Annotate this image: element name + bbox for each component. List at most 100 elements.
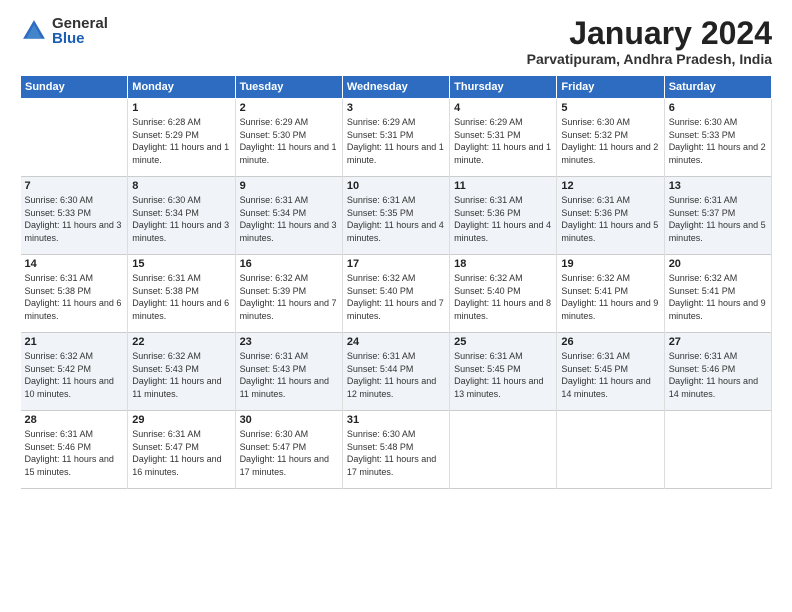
day-info: Sunrise: 6:32 AMSunset: 5:43 PMDaylight:… [132,351,221,399]
day-info: Sunrise: 6:30 AMSunset: 5:33 PMDaylight:… [669,117,766,165]
day-cell: 1Sunrise: 6:28 AMSunset: 5:29 PMDaylight… [128,99,235,177]
logo-text: General Blue [52,16,108,46]
day-info: Sunrise: 6:31 AMSunset: 5:46 PMDaylight:… [669,351,758,399]
day-info: Sunrise: 6:31 AMSunset: 5:44 PMDaylight:… [347,351,436,399]
day-cell: 11 Sunrise: 6:31 AMSunset: 5:36 PMDayligh… [450,177,557,255]
logo-general: General [52,16,108,31]
day-cell: 28 Sunrise: 6:31 AMSunset: 5:46 PMDayligh… [21,411,128,489]
day-number: 27 [669,336,767,348]
page: General Blue January 2024 Parvatipuram, … [0,0,792,612]
header: General Blue January 2024 Parvatipuram, … [20,16,772,67]
day-cell: 18 Sunrise: 6:32 AMSunset: 5:40 PMDayligh… [450,255,557,333]
col-header-monday: Monday [128,76,235,99]
logo-blue: Blue [52,31,108,46]
day-number: 11 [454,180,552,192]
day-info: Sunrise: 6:31 AMSunset: 5:45 PMDaylight:… [454,351,543,399]
day-cell [21,99,128,177]
week-row-3: 21Sunrise: 6:32 AMSunset: 5:42 PMDayligh… [21,333,772,411]
day-number: 16 [240,258,338,270]
week-row-0: 1Sunrise: 6:28 AMSunset: 5:29 PMDaylight… [21,99,772,177]
day-cell: 13 Sunrise: 6:31 AMSunset: 5:37 PMDayligh… [664,177,771,255]
day-cell: 23 Sunrise: 6:31 AMSunset: 5:43 PMDayligh… [235,333,342,411]
day-cell: 20Sunrise: 6:32 AMSunset: 5:41 PMDayligh… [664,255,771,333]
day-cell: 31 Sunrise: 6:30 AMSunset: 5:48 PMDayligh… [342,411,449,489]
day-cell: 6 Sunrise: 6:30 AMSunset: 5:33 PMDaylight… [664,99,771,177]
day-cell: 7 Sunrise: 6:30 AMSunset: 5:33 PMDaylight… [21,177,128,255]
day-info: Sunrise: 6:30 AMSunset: 5:33 PMDaylight:… [25,195,122,243]
day-info: Sunrise: 6:32 AMSunset: 5:40 PMDaylight:… [454,273,551,321]
day-info: Sunrise: 6:31 AMSunset: 5:36 PMDaylight:… [561,195,658,243]
day-number: 4 [454,102,552,114]
day-number: 15 [132,258,230,270]
week-row-2: 14Sunrise: 6:31 AMSunset: 5:38 PMDayligh… [21,255,772,333]
day-info: Sunrise: 6:30 AMSunset: 5:48 PMDaylight:… [347,429,436,477]
day-number: 19 [561,258,659,270]
day-cell: 15 Sunrise: 6:31 AMSunset: 5:38 PMDayligh… [128,255,235,333]
day-info: Sunrise: 6:31 AMSunset: 5:34 PMDaylight:… [240,195,337,243]
day-cell: 17Sunrise: 6:32 AMSunset: 5:40 PMDayligh… [342,255,449,333]
day-cell: 3 Sunrise: 6:29 AMSunset: 5:31 PMDaylight… [342,99,449,177]
day-info: Sunrise: 6:31 AMSunset: 5:37 PMDaylight:… [669,195,766,243]
month-title: January 2024 [527,16,772,51]
day-info: Sunrise: 6:31 AMSunset: 5:35 PMDaylight:… [347,195,444,243]
day-info: Sunrise: 6:31 AMSunset: 5:38 PMDaylight:… [132,273,229,321]
day-cell: 29 Sunrise: 6:31 AMSunset: 5:47 PMDayligh… [128,411,235,489]
title-block: January 2024 Parvatipuram, Andhra Prades… [527,16,772,67]
logo: General Blue [20,16,108,46]
day-cell: 10Sunrise: 6:31 AMSunset: 5:35 PMDayligh… [342,177,449,255]
day-info: Sunrise: 6:31 AMSunset: 5:45 PMDaylight:… [561,351,650,399]
day-cell: 21Sunrise: 6:32 AMSunset: 5:42 PMDayligh… [21,333,128,411]
location: Parvatipuram, Andhra Pradesh, India [527,51,772,67]
day-info: Sunrise: 6:29 AMSunset: 5:31 PMDaylight:… [454,117,551,165]
day-info: Sunrise: 6:32 AMSunset: 5:42 PMDaylight:… [25,351,114,399]
day-number: 28 [25,414,124,426]
day-cell: 4 Sunrise: 6:29 AMSunset: 5:31 PMDaylight… [450,99,557,177]
day-cell: 25 Sunrise: 6:31 AMSunset: 5:45 PMDayligh… [450,333,557,411]
day-info: Sunrise: 6:31 AMSunset: 5:43 PMDaylight:… [240,351,329,399]
day-number: 3 [347,102,445,114]
day-info: Sunrise: 6:31 AMSunset: 5:46 PMDaylight:… [25,429,114,477]
day-cell: 12 Sunrise: 6:31 AMSunset: 5:36 PMDayligh… [557,177,664,255]
day-info: Sunrise: 6:32 AMSunset: 5:39 PMDaylight:… [240,273,337,321]
day-cell: 19 Sunrise: 6:32 AMSunset: 5:41 PMDayligh… [557,255,664,333]
day-cell: 30Sunrise: 6:30 AMSunset: 5:47 PMDayligh… [235,411,342,489]
day-info: Sunrise: 6:31 AMSunset: 5:38 PMDaylight:… [25,273,122,321]
day-cell: 5Sunrise: 6:30 AMSunset: 5:32 PMDaylight… [557,99,664,177]
day-cell: 2Sunrise: 6:29 AMSunset: 5:30 PMDaylight… [235,99,342,177]
day-number: 7 [25,180,124,192]
day-number: 31 [347,414,445,426]
col-header-wednesday: Wednesday [342,76,449,99]
col-header-friday: Friday [557,76,664,99]
day-cell [450,411,557,489]
day-number: 13 [669,180,767,192]
calendar-table: SundayMondayTuesdayWednesdayThursdayFrid… [20,75,772,489]
day-number: 30 [240,414,338,426]
day-number: 12 [561,180,659,192]
day-number: 23 [240,336,338,348]
day-number: 6 [669,102,767,114]
day-info: Sunrise: 6:31 AMSunset: 5:36 PMDaylight:… [454,195,551,243]
day-info: Sunrise: 6:31 AMSunset: 5:47 PMDaylight:… [132,429,221,477]
logo-icon [20,17,48,45]
header-row: SundayMondayTuesdayWednesdayThursdayFrid… [21,76,772,99]
day-cell: 26Sunrise: 6:31 AMSunset: 5:45 PMDayligh… [557,333,664,411]
day-info: Sunrise: 6:32 AMSunset: 5:40 PMDaylight:… [347,273,444,321]
col-header-saturday: Saturday [664,76,771,99]
day-number: 9 [240,180,338,192]
day-number: 20 [669,258,767,270]
day-info: Sunrise: 6:30 AMSunset: 5:34 PMDaylight:… [132,195,229,243]
day-number: 18 [454,258,552,270]
day-cell: 9 Sunrise: 6:31 AMSunset: 5:34 PMDaylight… [235,177,342,255]
day-cell: 14Sunrise: 6:31 AMSunset: 5:38 PMDayligh… [21,255,128,333]
day-number: 25 [454,336,552,348]
col-header-sunday: Sunday [21,76,128,99]
day-number: 8 [132,180,230,192]
day-cell: 22Sunrise: 6:32 AMSunset: 5:43 PMDayligh… [128,333,235,411]
day-cell: 24Sunrise: 6:31 AMSunset: 5:44 PMDayligh… [342,333,449,411]
day-cell: 8 Sunrise: 6:30 AMSunset: 5:34 PMDaylight… [128,177,235,255]
week-row-1: 7 Sunrise: 6:30 AMSunset: 5:33 PMDaylight… [21,177,772,255]
day-info: Sunrise: 6:32 AMSunset: 5:41 PMDaylight:… [561,273,658,321]
day-info: Sunrise: 6:30 AMSunset: 5:32 PMDaylight:… [561,117,658,165]
day-number: 29 [132,414,230,426]
day-info: Sunrise: 6:29 AMSunset: 5:31 PMDaylight:… [347,117,444,165]
